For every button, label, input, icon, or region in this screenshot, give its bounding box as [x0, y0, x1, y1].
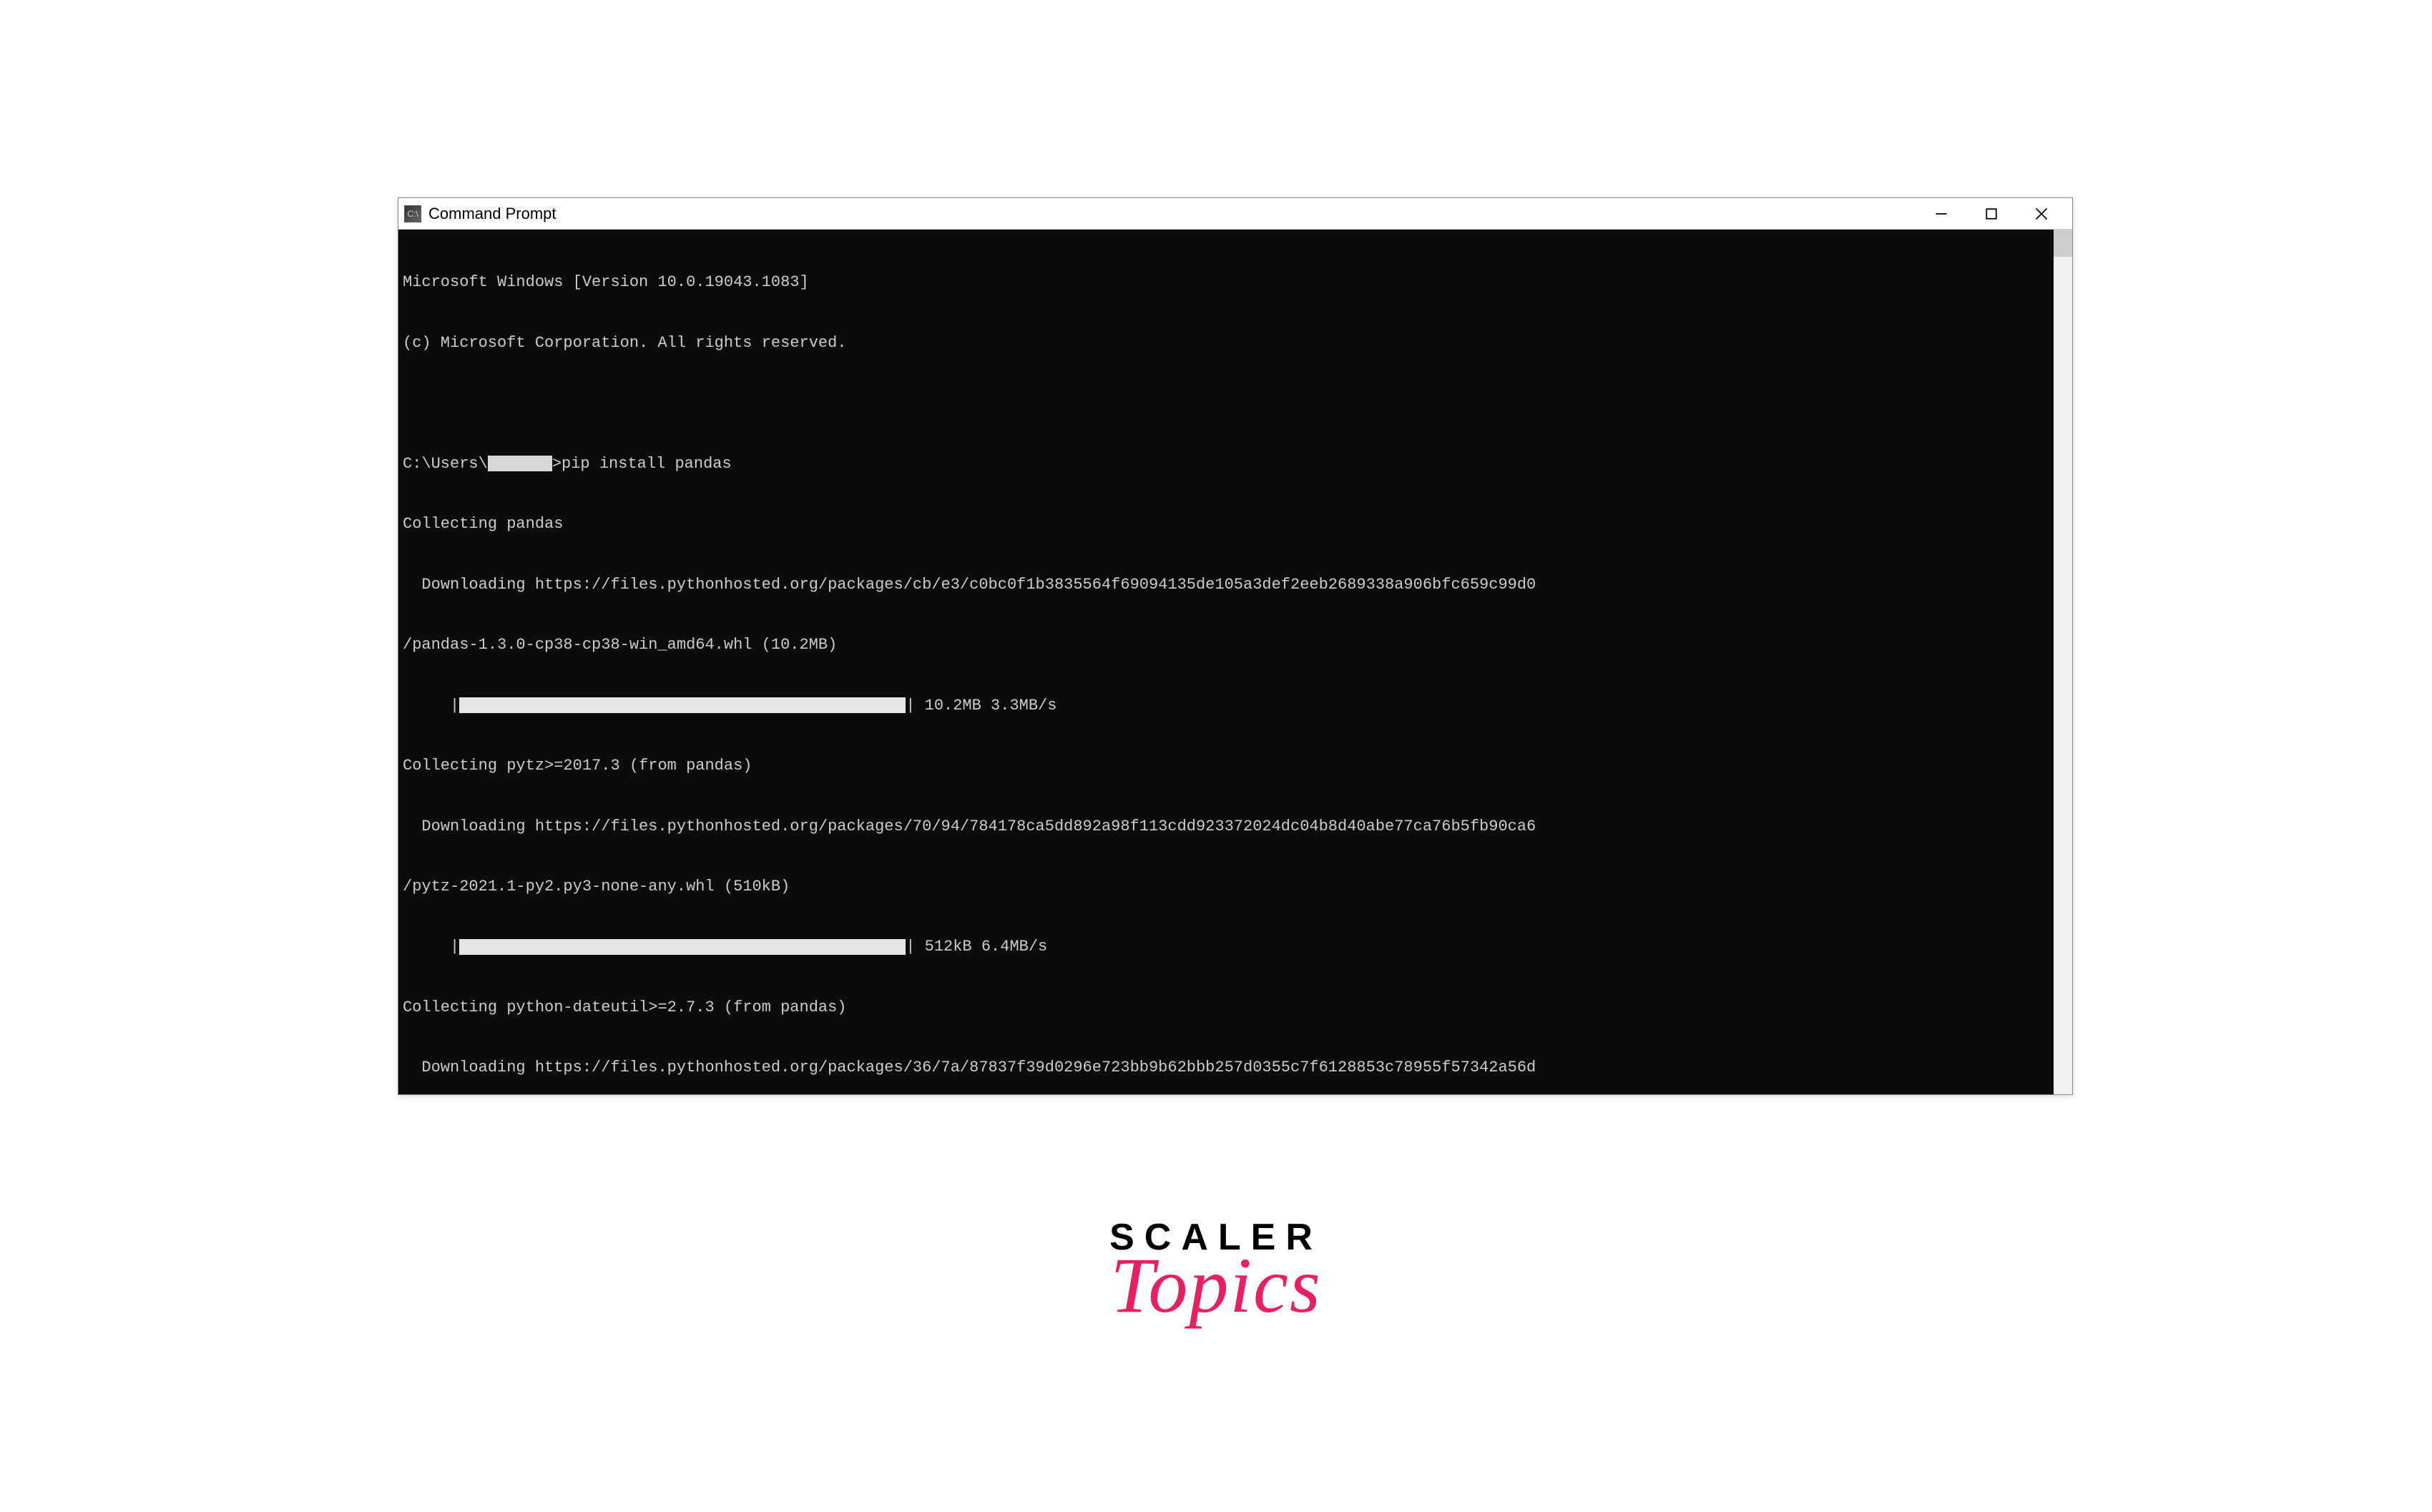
scrollbar-track[interactable]	[2054, 230, 2072, 1094]
redacted-username	[488, 456, 552, 471]
collecting-pandas: Collecting pandas	[403, 514, 2049, 534]
pandas-whl: /pandas-1.3.0-cp38-cp38-win_amd64.whl (1…	[403, 635, 2049, 655]
maximize-button[interactable]	[1966, 198, 2016, 230]
command-prompt-window: C:\ Command Prompt Microsoft Windows [Ve…	[398, 197, 2073, 1095]
cmd-icon: C:\	[404, 205, 421, 222]
minimize-button[interactable]	[1916, 198, 1966, 230]
collecting-dateutil: Collecting python-dateutil>=2.7.3 (from …	[403, 998, 2049, 1018]
logo-text-topics: Topics	[1109, 1240, 1323, 1331]
window-controls	[1916, 198, 2066, 230]
titlebar[interactable]: C:\ Command Prompt	[398, 198, 2072, 230]
close-button[interactable]	[2016, 198, 2066, 230]
prompt-line: C:\Users\>pip install pandas	[403, 454, 2049, 474]
pandas-progress: || 10.2MB 3.3MB/s	[403, 696, 2049, 716]
scrollbar-thumb[interactable]	[2054, 230, 2072, 257]
collecting-pytz: Collecting pytz>=2017.3 (from pandas)	[403, 756, 2049, 776]
progress-bar-icon	[459, 939, 906, 955]
copyright-line: (c) Microsoft Corporation. All rights re…	[403, 333, 2049, 353]
download-dateutil-url: Downloading https://files.pythonhosted.o…	[403, 1058, 2049, 1078]
blank-line	[403, 393, 2049, 413]
pytz-whl: /pytz-2021.1-py2.py3-none-any.whl (510kB…	[403, 877, 2049, 897]
download-pytz-url: Downloading https://files.pythonhosted.o…	[403, 817, 2049, 837]
os-version-line: Microsoft Windows [Version 10.0.19043.10…	[403, 273, 2049, 293]
scaler-topics-logo: SCALER Topics	[1109, 1216, 1323, 1331]
terminal-output[interactable]: Microsoft Windows [Version 10.0.19043.10…	[398, 230, 2072, 1094]
download-pandas-url: Downloading https://files.pythonhosted.o…	[403, 575, 2049, 595]
window-title: Command Prompt	[428, 205, 1916, 223]
progress-bar-icon	[459, 697, 906, 713]
pytz-progress: || 512kB 6.4MB/s	[403, 937, 2049, 957]
